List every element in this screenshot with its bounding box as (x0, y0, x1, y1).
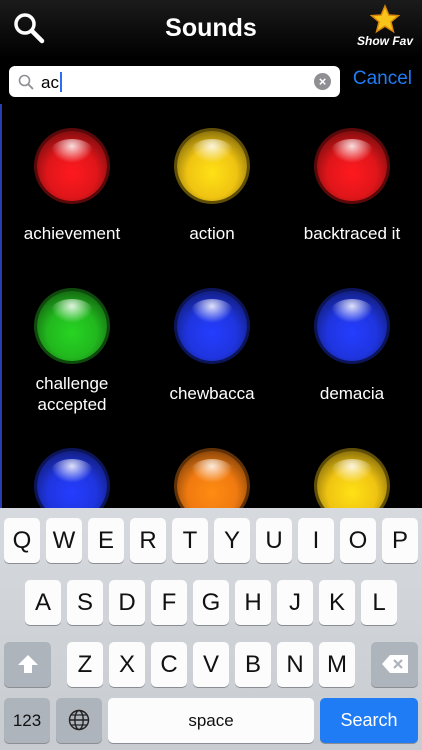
key-n[interactable]: N (277, 642, 313, 687)
key-a[interactable]: A (25, 580, 61, 625)
search-value: ac (41, 72, 62, 93)
search-bar: ac × Cancel (0, 58, 422, 104)
sound-button-icon[interactable] (177, 131, 247, 201)
sound-item[interactable] (282, 424, 422, 508)
key-d[interactable]: D (109, 580, 145, 625)
key-y[interactable]: Y (214, 518, 250, 563)
sound-button-icon[interactable] (37, 451, 107, 508)
star-icon (370, 4, 400, 34)
key-z[interactable]: Z (67, 642, 103, 687)
clear-icon[interactable]: × (314, 73, 331, 90)
sound-button-icon[interactable] (177, 291, 247, 361)
key-j[interactable]: J (277, 580, 313, 625)
sound-item-achievement[interactable]: achievement (2, 104, 142, 264)
key-k[interactable]: K (319, 580, 355, 625)
globe-key[interactable] (56, 698, 102, 743)
sound-button-icon[interactable] (37, 131, 107, 201)
magnifier-icon (18, 74, 34, 90)
onscreen-keyboard: Q W E R T Y U I O P A S D F G H J K L Z … (0, 508, 422, 750)
key-g[interactable]: G (193, 580, 229, 625)
text-caret (59, 72, 62, 92)
backspace-icon (381, 655, 408, 673)
sound-label: achievement (23, 224, 121, 243)
key-x[interactable]: X (109, 642, 145, 687)
key-e[interactable]: E (88, 518, 124, 563)
key-f[interactable]: F (151, 580, 187, 625)
show-fav-label: Show Fav (356, 34, 413, 48)
key-q[interactable]: Q (4, 518, 40, 563)
sound-item-challenge-accepted[interactable]: challenge accepted (2, 264, 142, 424)
space-key[interactable]: space (108, 698, 314, 743)
sounds-grid: achievement action backtraced it challen… (0, 104, 422, 508)
sound-label: action (189, 224, 235, 243)
search-key[interactable]: Search (320, 698, 418, 743)
sound-item-chewbacca[interactable]: chewbacca (142, 264, 282, 424)
show-favorites-button[interactable]: Show Fav (352, 4, 418, 54)
globe-icon (68, 709, 90, 731)
sound-button-icon[interactable] (177, 451, 247, 508)
sound-item-backtraced-it[interactable]: backtraced it (282, 104, 422, 264)
sound-item[interactable] (2, 424, 142, 508)
delete-key[interactable] (371, 642, 418, 687)
key-h[interactable]: H (235, 580, 271, 625)
sound-item[interactable] (142, 424, 282, 508)
key-p[interactable]: P (382, 518, 418, 563)
key-v[interactable]: V (193, 642, 229, 687)
key-w[interactable]: W (46, 518, 82, 563)
sound-button-icon[interactable] (317, 291, 387, 361)
key-o[interactable]: O (340, 518, 376, 563)
sound-label: backtraced it (303, 224, 401, 243)
cancel-button[interactable]: Cancel (353, 68, 412, 90)
sound-item-demacia[interactable]: demacia (282, 264, 422, 424)
key-i[interactable]: I (298, 518, 334, 563)
key-u[interactable]: U (256, 518, 292, 563)
sound-label: chewbacca (169, 384, 255, 403)
key-m[interactable]: M (319, 642, 355, 687)
sound-item-action[interactable]: action (142, 104, 282, 264)
sound-button-icon[interactable] (317, 451, 387, 508)
shift-icon (17, 655, 38, 673)
key-b[interactable]: B (235, 642, 271, 687)
key-t[interactable]: T (172, 518, 208, 563)
numbers-key[interactable]: 123 (4, 698, 50, 743)
key-r[interactable]: R (130, 518, 166, 563)
key-c[interactable]: C (151, 642, 187, 687)
sound-label: challenge accepted (35, 374, 109, 414)
key-s[interactable]: S (67, 580, 103, 625)
navigation-bar: Sounds Show Fav (0, 0, 422, 58)
shift-key[interactable] (4, 642, 51, 687)
sound-button-icon[interactable] (317, 131, 387, 201)
key-l[interactable]: L (361, 580, 397, 625)
sound-label: demacia (319, 384, 385, 403)
search-input[interactable]: ac × (9, 66, 340, 97)
sound-button-icon[interactable] (37, 291, 107, 361)
